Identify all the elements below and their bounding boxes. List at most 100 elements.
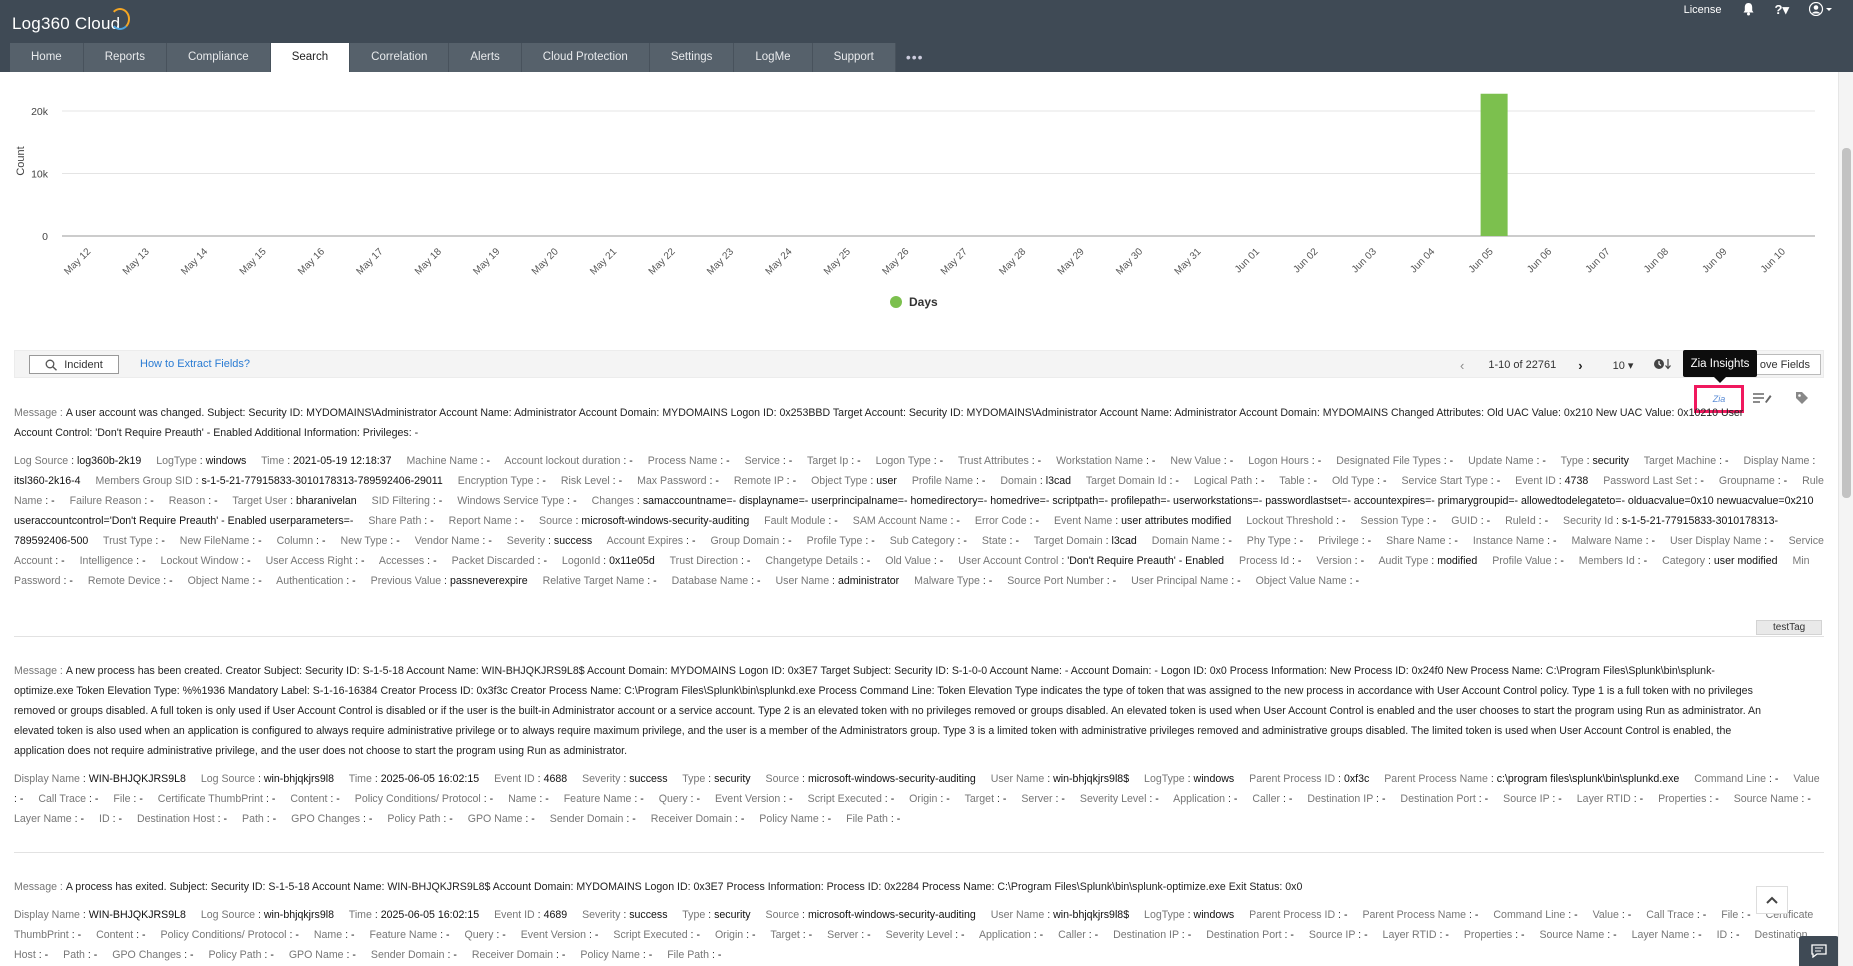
chat-button[interactable]: [1799, 936, 1839, 966]
log-field[interactable]: Remote IP : -: [734, 475, 808, 487]
log-field[interactable]: Server : -: [1021, 793, 1077, 805]
app-logo[interactable]: Log360 Cloud: [12, 8, 130, 34]
log-field[interactable]: Risk Level : -: [561, 475, 634, 487]
log-field[interactable]: Policy Conditions/ Protocol : -: [355, 793, 505, 805]
log-field[interactable]: Time : 2025-06-05 16:02:15: [349, 773, 491, 785]
tab-logme[interactable]: LogMe: [734, 43, 813, 72]
log-field[interactable]: SAM Account Name : -: [853, 515, 972, 527]
page-size-select[interactable]: 10 ▾: [1613, 359, 1634, 372]
tab-support[interactable]: Support: [812, 43, 896, 72]
log-field[interactable]: LogType : windows: [156, 455, 258, 467]
log-field[interactable]: Encryption Type : -: [458, 475, 558, 487]
log-field[interactable]: Certificate ThumbPrint : -: [158, 793, 288, 805]
log-field[interactable]: Object Name : -: [188, 575, 274, 587]
log-field[interactable]: Path : -: [63, 949, 109, 961]
log-field[interactable]: Destination Port : -: [1206, 929, 1306, 941]
extract-fields-link[interactable]: How to Extract Fields?: [140, 358, 250, 370]
log-field[interactable]: Severity : success: [582, 909, 679, 921]
log-field[interactable]: Properties : -: [1658, 793, 1731, 805]
log-field[interactable]: File Path : -: [846, 813, 912, 825]
log-field[interactable]: Share Path : -: [368, 515, 445, 527]
log-field[interactable]: New Type : -: [340, 535, 411, 547]
log-field[interactable]: Changetype Details : -: [765, 555, 882, 567]
tab-alerts[interactable]: Alerts: [449, 43, 522, 72]
log-field[interactable]: Policy Path : -: [387, 813, 464, 825]
log-field[interactable]: Authentication : -: [276, 575, 368, 587]
log-field[interactable]: Trust Type : -: [103, 535, 177, 547]
log-field[interactable]: Target : -: [770, 929, 824, 941]
log-field[interactable]: GPO Name : -: [468, 813, 547, 825]
log-field[interactable]: Content : -: [96, 929, 157, 941]
log-field[interactable]: Password Last Set : -: [1603, 475, 1716, 487]
log-field[interactable]: Accesses : -: [379, 555, 449, 567]
log-field[interactable]: Server : -: [827, 929, 883, 941]
log-field[interactable]: Script Executed : -: [613, 929, 712, 941]
log-field[interactable]: Severity : success: [582, 773, 679, 785]
tab-reports[interactable]: Reports: [83, 43, 167, 72]
log-field[interactable]: Query : -: [659, 793, 712, 805]
log-field[interactable]: Remote Device : -: [88, 575, 185, 587]
log-field[interactable]: Event ID : 4688: [494, 773, 579, 785]
log-field[interactable]: Session Type : -: [1361, 515, 1449, 527]
log-field[interactable]: Query : -: [465, 929, 518, 941]
log-field[interactable]: Target Ip : -: [807, 455, 873, 467]
log-field[interactable]: Parent Process ID : 0xf3c: [1249, 773, 1381, 785]
log-field[interactable]: Process Name : -: [648, 455, 742, 467]
bell-icon[interactable]: [1742, 2, 1755, 19]
log-field[interactable]: Logon Hours : -: [1248, 455, 1333, 467]
log-field[interactable]: Policy Conditions/ Protocol : -: [161, 929, 311, 941]
log-field[interactable]: Layer RTID : -: [1383, 929, 1461, 941]
next-page-icon[interactable]: ›: [1578, 358, 1582, 373]
log-entry-1[interactable]: Message :A user account was changed. Sub…: [14, 403, 1824, 591]
log-field[interactable]: Source Port Number : -: [1007, 575, 1128, 587]
scrollbar-thumb[interactable]: [1842, 148, 1851, 498]
log-field[interactable]: Type : security: [682, 773, 762, 785]
log-field[interactable]: Sub Category : -: [890, 535, 979, 547]
log-field[interactable]: Display Name : WIN-BHJQKJRS9L8: [14, 909, 198, 921]
log-field[interactable]: Content : -: [290, 793, 351, 805]
log-field[interactable]: Old Value : -: [885, 555, 955, 567]
log-field[interactable]: Previous Value : passneverexpire: [371, 575, 540, 587]
log-field[interactable]: Old Type : -: [1332, 475, 1399, 487]
log-field[interactable]: Sender Domain : -: [371, 949, 469, 961]
log-field[interactable]: Origin : -: [909, 793, 962, 805]
log-field[interactable]: Display Name : WIN-BHJQKJRS9L8: [14, 773, 198, 785]
log-field[interactable]: Object Type : user: [811, 475, 909, 487]
tab-search[interactable]: Search: [270, 43, 351, 72]
log-field[interactable]: Lockout Threshold : -: [1246, 515, 1357, 527]
log-field[interactable]: Call Trace : -: [1646, 909, 1718, 921]
log-field[interactable]: SID Filtering : -: [372, 495, 455, 507]
log-entry-2[interactable]: Message :A new process has been created.…: [14, 661, 1824, 829]
log-field[interactable]: Name : -: [508, 793, 561, 805]
log-field[interactable]: Parent Process Name : -: [1362, 909, 1490, 921]
log-field[interactable]: Destination Port : -: [1400, 793, 1500, 805]
log-field[interactable]: Reason : -: [169, 495, 230, 507]
log-field[interactable]: GPO Name : -: [289, 949, 368, 961]
log-field[interactable]: Group Domain : -: [710, 535, 803, 547]
log-field[interactable]: Policy Path : -: [208, 949, 285, 961]
log-field[interactable]: ID : -: [1717, 929, 1752, 941]
log-field[interactable]: Logon Type : -: [876, 455, 956, 467]
log-field[interactable]: LogType : windows: [1144, 909, 1246, 921]
log-field[interactable]: Origin : -: [715, 929, 768, 941]
log-field[interactable]: Type : security: [682, 909, 762, 921]
log-field[interactable]: Source Name : -: [1539, 929, 1628, 941]
tab-correlation[interactable]: Correlation: [350, 43, 450, 72]
log-field[interactable]: Event ID : 4738: [1515, 475, 1600, 487]
log-tag-badge[interactable]: testTag: [1756, 620, 1823, 635]
log-field[interactable]: Failure Reason : -: [70, 495, 166, 507]
log-field[interactable]: File : -: [113, 793, 154, 805]
log-field[interactable]: User Account Control : 'Don't Require Pr…: [958, 555, 1236, 567]
help-icon[interactable]: ?▾: [1775, 2, 1789, 18]
log-field[interactable]: Script Executed : -: [808, 793, 907, 805]
log-field[interactable]: Command Line : -: [1493, 909, 1589, 921]
log-field[interactable]: Parent Process ID : -: [1249, 909, 1359, 921]
log-field[interactable]: Properties : -: [1464, 929, 1537, 941]
log-field[interactable]: Parent Process Name : c:\program files\s…: [1384, 773, 1691, 785]
log-field[interactable]: Malware Name : -: [1571, 535, 1667, 547]
log-field[interactable]: User Name : win-bhjqkjrs9l8$: [991, 909, 1141, 921]
sort-time-icon[interactable]: [1653, 358, 1673, 373]
log-field[interactable]: Intelligence : -: [80, 555, 158, 567]
log-field[interactable]: Object Value Name : -: [1256, 575, 1371, 587]
log-field[interactable]: LogonId : 0x11e05d: [562, 555, 667, 567]
